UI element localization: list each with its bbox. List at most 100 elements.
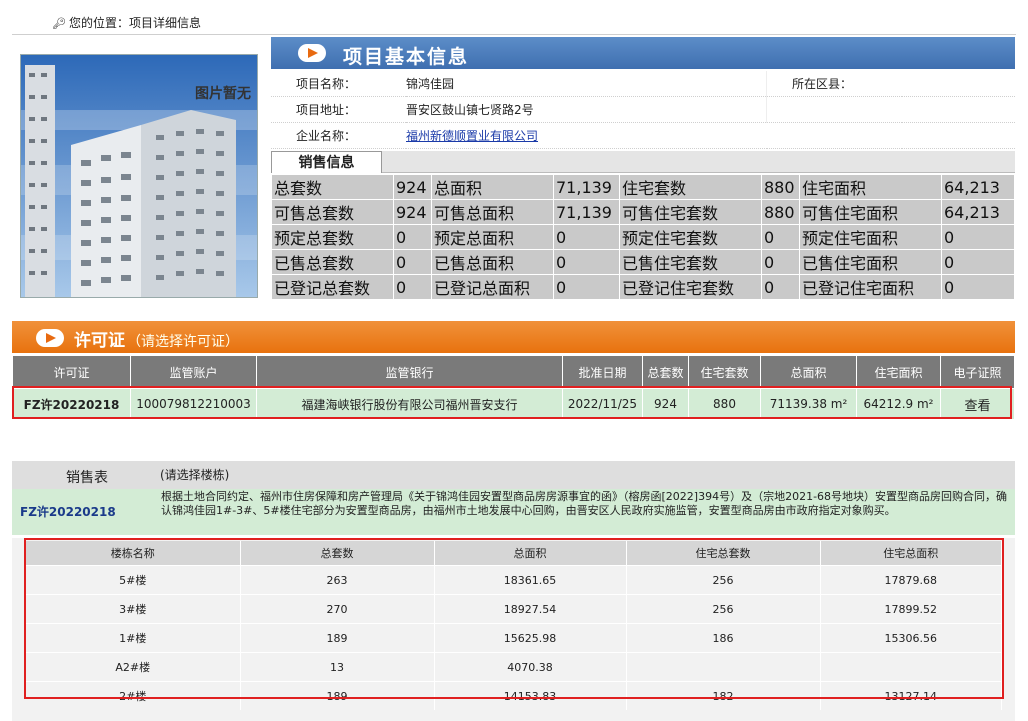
building-row[interactable]: 5#楼 263 18361.65 256 17879.68 [26, 565, 1002, 595]
sales-label: 住宅套数 [619, 174, 762, 200]
company-link[interactable]: 福州新德顺置业有限公司 [406, 129, 538, 143]
selected-permit[interactable]: FZ许20220218 [20, 503, 116, 520]
sales-table-header: 销售表 (请选择楼栋) [12, 461, 1015, 489]
company-label: 企业名称： [271, 122, 406, 149]
sales-label: 已登记总面积 [431, 274, 554, 300]
sales-label: 已售总套数 [271, 249, 394, 275]
permit-residential-area: 64212.9 m² [856, 388, 941, 420]
permit-column-header: 许可证 [12, 355, 131, 389]
sales-label: 可售住宅套数 [619, 199, 762, 225]
sales-value: 0 [761, 249, 800, 275]
permit-bank: 福建海峡银行股份有限公司福州晋安支行 [256, 388, 563, 420]
building-name[interactable]: 1#楼 [26, 623, 241, 653]
project-name: 锦鸿佳园 [406, 71, 767, 97]
breadcrumb: 🔑︎ 您的位置：项目详细信息 [52, 14, 201, 31]
building-cell: 270 [240, 594, 435, 624]
building-name[interactable]: 3#楼 [26, 594, 241, 624]
permit-account: 100079812210003 [130, 388, 257, 420]
sales-value: 0 [553, 249, 620, 275]
building-column-header: 住宅总面积 [820, 541, 1002, 566]
permit-row[interactable]: FZ许20220218 100079812210003 福建海峡银行股份有限公司… [12, 388, 1015, 420]
building-cell: 263 [240, 565, 435, 595]
sales-label: 已售住宅面积 [799, 249, 942, 275]
sales-label: 可售总面积 [431, 199, 554, 225]
sales-row: 总套数 924 总面积 71,139 住宅套数 880 住宅面积 64,213 [271, 174, 1015, 200]
breadcrumb-divider [12, 34, 1016, 35]
building-cell: 4070.38 [434, 652, 627, 682]
building-row[interactable]: 2#楼 189 14153.83 182 13127.14 [26, 681, 1002, 710]
permit-column-header: 住宅套数 [688, 355, 761, 389]
project-info-title: 项目基本信息 [343, 46, 470, 68]
building-name[interactable]: 2#楼 [26, 681, 241, 710]
breadcrumb-current: 项目详细信息 [128, 16, 201, 30]
play-icon [36, 329, 64, 347]
permit-column-header: 住宅面积 [856, 355, 941, 389]
sales-value: 0 [941, 274, 1015, 300]
building-cell: 256 [626, 594, 821, 624]
building-cell: 256 [626, 565, 821, 595]
view-certificate-link[interactable]: 查看 [940, 388, 1015, 420]
info-row: 项目名称： 锦鸿佳园 所在区县： [271, 71, 1015, 97]
permit-area: 71139.38 m² [760, 388, 857, 420]
permit-column-header: 总面积 [760, 355, 857, 389]
permit-column-header: 监管账户 [130, 355, 257, 389]
building-name[interactable]: A2#楼 [26, 652, 241, 682]
building-cell: 14153.83 [434, 681, 627, 710]
sales-label: 总面积 [431, 174, 554, 200]
building-cell: 17899.52 [820, 594, 1002, 624]
building-column-header: 住宅总套数 [626, 541, 821, 566]
permit-number[interactable]: FZ许20220218 [12, 388, 131, 420]
breadcrumb-label: 您的位置： [68, 16, 129, 30]
tab-sales-info[interactable]: 销售信息 [271, 151, 382, 173]
sales-value: 71,139 [553, 174, 620, 200]
building-cell [626, 652, 821, 682]
permit-header: 许可证 （请选择许可证） [12, 321, 1015, 353]
sales-value: 924 [393, 174, 432, 200]
building-cell: 15306.56 [820, 623, 1002, 653]
building-column-header: 总套数 [240, 541, 435, 566]
permit-column-header: 批准日期 [562, 355, 643, 389]
project-photo: 图片暂无 [20, 54, 258, 298]
sales-table-hint: (请选择楼栋) [160, 468, 230, 482]
building-cell: 186 [626, 623, 821, 653]
building-cell: 13127.14 [820, 681, 1002, 710]
sales-value: 0 [553, 224, 620, 250]
permit-column-header: 电子证照 [940, 355, 1015, 389]
project-address-label: 项目地址： [271, 96, 406, 123]
sales-value: 71,139 [553, 199, 620, 225]
sales-value: 64,213 [941, 199, 1015, 225]
sales-value: 0 [393, 224, 432, 250]
building-name[interactable]: 5#楼 [26, 565, 241, 595]
sales-value: 0 [553, 274, 620, 300]
project-info-table: 项目名称： 锦鸿佳园 所在区县： 项目地址： 晋安区鼓山镇七贤路2号 企业名称：… [271, 71, 1015, 149]
building-cell: 18927.54 [434, 594, 627, 624]
sales-value: 64,213 [941, 174, 1015, 200]
permit-header-row: 许可证 监管账户 监管银行 批准日期 总套数 住宅套数 总面积 住宅面积 电子证照 [12, 355, 1015, 389]
permit-total: 924 [642, 388, 689, 420]
permit-residential: 880 [688, 388, 761, 420]
permit-table: 许可证 监管账户 监管银行 批准日期 总套数 住宅套数 总面积 住宅面积 电子证照 FZ许202… [12, 355, 1015, 420]
project-info-header: 项目基本信息 [271, 37, 1015, 69]
project-name-label: 项目名称： [271, 71, 406, 97]
building-cell: 189 [240, 681, 435, 710]
building-row[interactable]: 1#楼 189 15625.98 186 15306.56 [26, 623, 1002, 653]
sales-info-table: 总套数 924 总面积 71,139 住宅套数 880 住宅面积 64,213 可售总套数 924… [271, 174, 1015, 300]
key-icon: 🔑︎ [52, 17, 66, 30]
sales-value: 924 [393, 199, 432, 225]
project-address: 晋安区鼓山镇七贤路2号 [406, 96, 767, 123]
sales-tab-bar [271, 151, 1015, 173]
no-image-label: 图片暂无 [195, 86, 251, 102]
building-cell: 189 [240, 623, 435, 653]
building-row[interactable]: A2#楼 13 4070.38 [26, 652, 1002, 682]
building-row[interactable]: 3#楼 270 18927.54 256 17899.52 [26, 594, 1002, 624]
play-icon [298, 44, 326, 62]
sales-row: 预定总套数 0 预定总面积 0 预定住宅套数 0 预定住宅面积 0 [271, 224, 1015, 250]
info-row: 企业名称： 福州新德顺置业有限公司 [271, 122, 1015, 149]
permit-title: 许可证 [74, 331, 125, 351]
sales-row: 已售总套数 0 已售总面积 0 已售住宅套数 0 已售住宅面积 0 [271, 249, 1015, 275]
sales-value: 0 [393, 274, 432, 300]
sales-label: 总套数 [271, 174, 394, 200]
sales-label: 已登记总套数 [271, 274, 394, 300]
sales-table-title: 销售表 [66, 470, 108, 486]
sales-label: 住宅面积 [799, 174, 942, 200]
